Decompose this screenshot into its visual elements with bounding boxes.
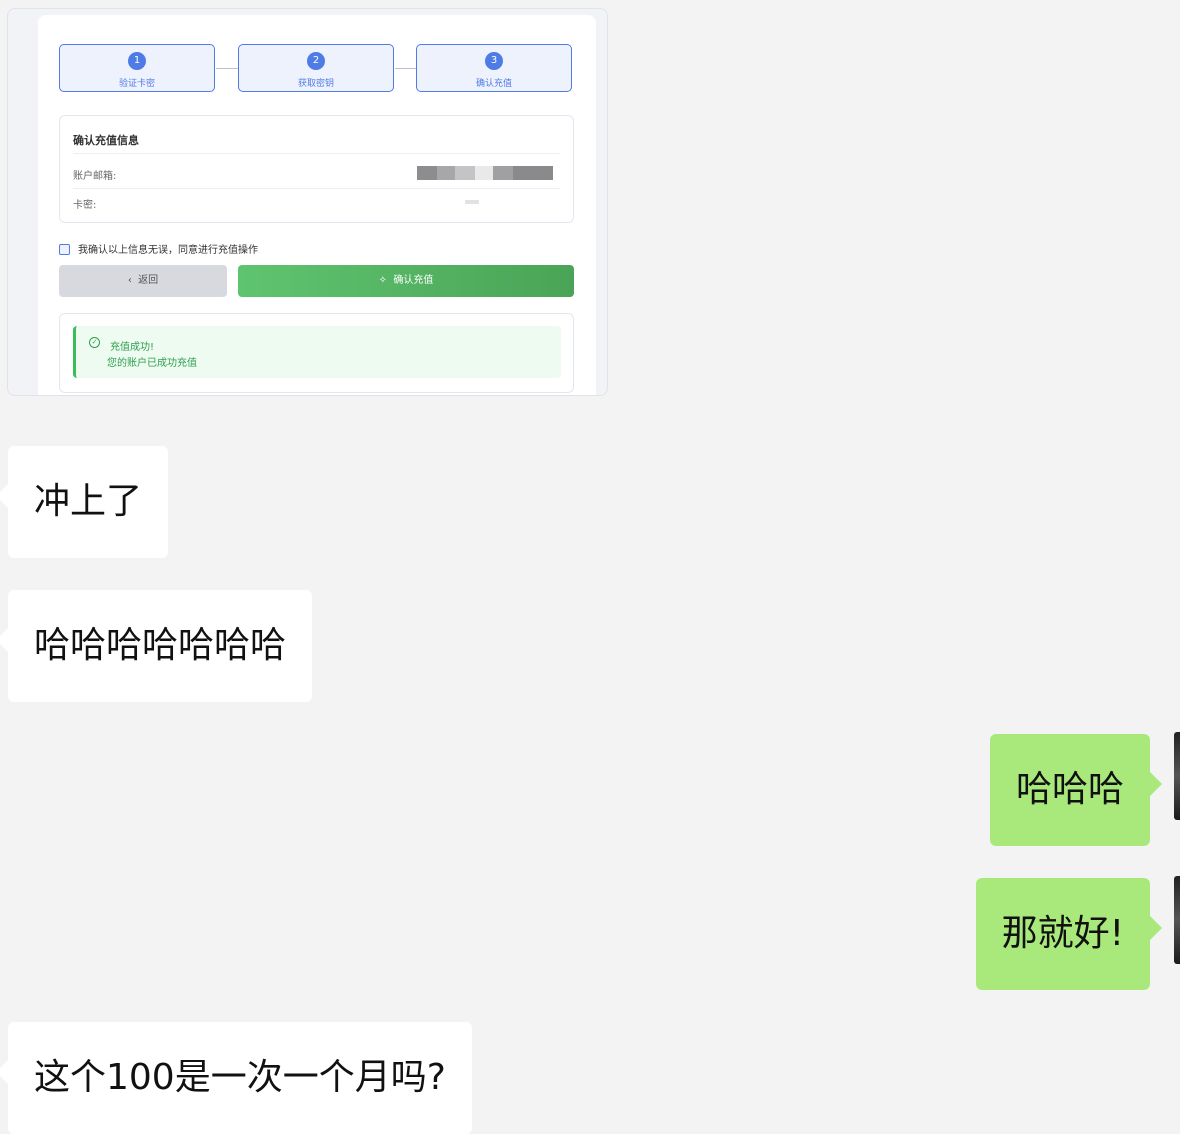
- confirm-button-label: 确认充值: [393, 275, 434, 286]
- confirm-info-box: 确认充值信息 账户邮箱: 卡密:: [59, 115, 574, 223]
- message-text: 这个100是一次一个月吗?: [34, 1057, 446, 1098]
- step-connector: [216, 68, 238, 69]
- message-text: 哈哈哈: [1015, 769, 1124, 810]
- confirm-checkbox[interactable]: [59, 244, 70, 255]
- confirm-recharge-button[interactable]: ✧ 确认充值: [238, 265, 574, 297]
- divider: [73, 153, 560, 154]
- confirm-checkbox-label: 我确认以上信息无误，同意进行充值操作: [78, 245, 258, 256]
- step-connector: [395, 68, 417, 69]
- message-bubble-other[interactable]: 这个100是一次一个月吗?: [0, 1022, 472, 1134]
- confirm-checkbox-row[interactable]: 我确认以上信息无误，同意进行充值操作: [59, 241, 258, 256]
- info-title: 确认充值信息: [73, 134, 139, 147]
- step-confirm-recharge: 3 确认充值: [416, 44, 572, 92]
- back-button-label: 返回: [138, 275, 159, 286]
- step-label: 验证卡密: [118, 79, 155, 89]
- card-label: 卡密:: [73, 200, 97, 211]
- back-button[interactable]: ‹ 返回: [59, 265, 227, 297]
- card-value-redacted: [465, 200, 479, 204]
- step-verify-card: 1 验证卡密: [59, 44, 215, 92]
- step-number: 2: [307, 52, 325, 70]
- avatar[interactable]: [1174, 876, 1180, 964]
- chevron-left-icon: ‹: [127, 275, 132, 286]
- step-label: 获取密钥: [297, 79, 334, 89]
- message-bubble-other[interactable]: 哈哈哈哈哈哈哈: [0, 590, 313, 702]
- step-label: 确认充值: [475, 79, 512, 89]
- step-number: 3: [485, 52, 503, 70]
- sparkle-icon: ✧: [378, 275, 388, 286]
- message-bubble-other[interactable]: 冲上了: [0, 446, 169, 558]
- divider: [73, 188, 560, 189]
- step-number: 1: [128, 52, 146, 70]
- success-alert: ✓ 充值成功! 您的账户已成功充值: [73, 326, 561, 378]
- result-box: ✓ 充值成功! 您的账户已成功充值: [59, 313, 574, 393]
- message-text: 冲上了: [34, 481, 143, 522]
- avatar[interactable]: [1174, 732, 1180, 820]
- step-get-key: 2 获取密钥: [238, 44, 394, 92]
- message-text: 哈哈哈哈哈哈哈: [34, 625, 287, 666]
- recharge-panel: 1 验证卡密 2 获取密钥 3 确认充值 确认充值信息 账户邮箱: 卡密: 我确…: [38, 15, 596, 395]
- message-bubble-self[interactable]: 那就好!: [975, 878, 1163, 990]
- message-text: 那就好!: [1001, 913, 1124, 954]
- success-message: 您的账户已成功充值: [107, 358, 197, 369]
- email-label: 账户邮箱:: [73, 171, 117, 182]
- shared-screenshot[interactable]: 1 验证卡密 2 获取密钥 3 确认充值 确认充值信息 账户邮箱: 卡密: 我确…: [7, 8, 608, 396]
- success-title: 充值成功!: [110, 342, 155, 353]
- message-bubble-self[interactable]: 哈哈哈: [989, 734, 1163, 846]
